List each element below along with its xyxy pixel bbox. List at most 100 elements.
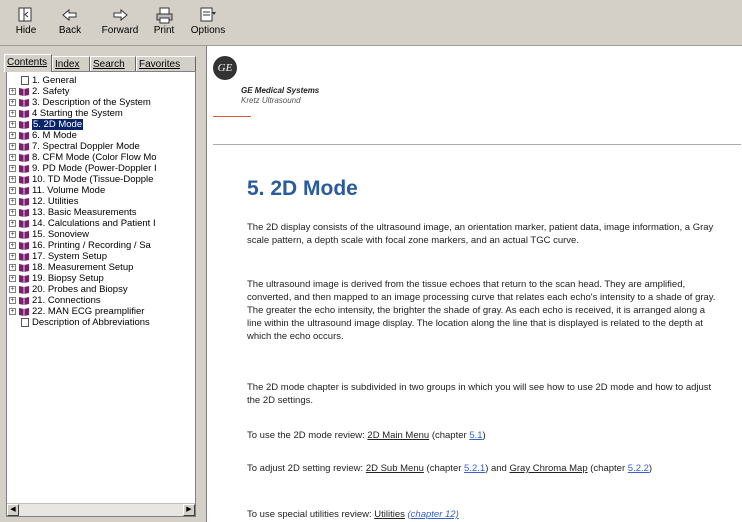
tree-item[interactable]: +15. Sonoview — [9, 229, 193, 240]
link-chapter-5-2-1[interactable]: 5.2.1 — [464, 463, 485, 474]
book-icon — [19, 242, 29, 250]
tree-item[interactable]: 1. General — [9, 75, 193, 86]
tab-search[interactable]: Search — [90, 56, 136, 71]
tab-index[interactable]: Index — [52, 56, 90, 71]
expand-icon[interactable]: + — [9, 165, 16, 172]
link-gray-chroma-map[interactable]: Gray Chroma Map — [509, 463, 587, 474]
p5-mid3: (chapter — [587, 463, 628, 474]
tree-item[interactable]: +6. M Mode — [9, 130, 193, 141]
toolbar: Hide Back Forward Print Options — [0, 0, 742, 46]
page-icon — [21, 76, 29, 85]
tree-item[interactable]: +3. Description of the System — [9, 97, 193, 108]
page-title: 5. 2D Mode — [247, 177, 358, 200]
tab-favorites[interactable]: Favorites — [136, 56, 196, 71]
expand-icon[interactable]: + — [9, 176, 16, 183]
book-icon — [19, 121, 29, 129]
link-utilities[interactable]: Utilities — [374, 509, 405, 520]
contents-tree[interactable]: 1. General +2. Safety +3. Description of t… — [6, 71, 196, 517]
link-chapter-5-1[interactable]: 5.1 — [469, 430, 482, 441]
scroll-right-button[interactable]: ▶ — [183, 504, 195, 516]
expand-icon[interactable]: + — [9, 132, 16, 139]
tree-item-label: Description of Abbreviations — [32, 317, 150, 328]
link-2d-main-menu[interactable]: 2D Main Menu — [367, 430, 429, 441]
tree-item[interactable]: +17. System Setup — [9, 251, 193, 262]
expand-icon[interactable]: + — [9, 275, 16, 282]
expand-icon[interactable]: + — [9, 88, 16, 95]
tree-item[interactable]: Description of Abbreviations — [9, 317, 193, 328]
horizontal-scrollbar[interactable]: ◀ ▶ — [7, 503, 195, 516]
company-name: GE Medical Systems — [241, 86, 320, 95]
tree-item-label: 13. Basic Measurements — [32, 207, 137, 218]
tab-contents[interactable]: Contents — [4, 54, 52, 72]
expand-icon[interactable]: + — [9, 264, 16, 271]
tree-item[interactable]: +13. Basic Measurements — [9, 207, 193, 218]
tree-item[interactable]: +7. Spectral Doppler Mode — [9, 141, 193, 152]
p4-mid: (chapter — [429, 430, 470, 441]
tree-item[interactable]: +12. Utilities — [9, 196, 193, 207]
tree-item[interactable]: +8. CFM Mode (Color Flow Mo — [9, 152, 193, 163]
tree-item-label: 10. TD Mode (Tissue-Dopple — [32, 174, 154, 185]
expand-icon[interactable]: + — [9, 220, 16, 227]
paragraph-1: The 2D display consists of the ultrasoun… — [247, 222, 714, 246]
tree-item[interactable]: +11. Volume Mode — [9, 185, 193, 196]
scroll-left-button[interactable]: ◀ — [7, 504, 19, 516]
tree-item-label: 1. General — [32, 75, 77, 86]
expand-icon[interactable]: + — [9, 198, 16, 205]
options-icon — [200, 7, 216, 22]
tree-item-label: 5. 2D Mode — [32, 119, 84, 130]
tree-item[interactable]: +21. Connections — [9, 295, 193, 306]
p6-text: To use special utilities review: — [247, 509, 375, 520]
expand-icon[interactable]: + — [9, 253, 16, 260]
expand-icon[interactable]: + — [9, 231, 16, 238]
expand-icon[interactable]: + — [9, 308, 16, 315]
book-icon — [19, 275, 29, 283]
link-chapter-12[interactable]: (chapter 12) — [408, 509, 459, 520]
link-chapter-5-2-2[interactable]: 5.2.2 — [628, 463, 649, 474]
back-label: Back — [58, 25, 82, 36]
tree-item[interactable]: +9. PD Mode (Power-Doppler I — [9, 163, 193, 174]
forward-button[interactable]: Forward — [98, 6, 142, 42]
tree-item-label: 11. Volume Mode — [32, 185, 106, 196]
book-icon — [19, 99, 29, 107]
tree-item[interactable]: +16. Printing / Recording / Sa — [9, 240, 193, 251]
book-icon — [19, 264, 29, 272]
page-icon — [21, 318, 29, 327]
accent-line — [213, 116, 251, 117]
tree-item[interactable]: +5. 2D Mode — [9, 119, 193, 130]
options-button[interactable]: Options — [186, 6, 230, 42]
back-button[interactable]: Back — [48, 6, 92, 42]
tree-item[interactable]: +14. Calculations and Patient I — [9, 218, 193, 229]
tree-item[interactable]: +10. TD Mode (Tissue-Dopple — [9, 174, 193, 185]
expand-icon[interactable]: + — [9, 297, 16, 304]
book-icon — [19, 297, 29, 305]
link-2d-sub-menu[interactable]: 2D Sub Menu — [366, 463, 424, 474]
navigation-pane: Contents Index Search Favorites 1. Gener… — [4, 52, 201, 520]
p5-post: ) — [648, 463, 653, 474]
tree-item-label: 20. Probes and Biopsy — [32, 284, 128, 295]
expand-icon[interactable]: + — [9, 286, 16, 293]
tree-item[interactable]: +18. Measurement Setup — [9, 262, 193, 273]
tree-item-label: 22. MAN ECG preamplifier — [32, 306, 145, 317]
tree-item[interactable]: +20. Probes and Biopsy — [9, 284, 193, 295]
expand-icon[interactable]: + — [9, 121, 16, 128]
tree-item[interactable]: +2. Safety — [9, 86, 193, 97]
hide-button[interactable]: Hide — [4, 6, 48, 42]
expand-icon[interactable]: + — [9, 242, 16, 249]
tree-item-label: 15. Sonoview — [32, 229, 90, 240]
tree-item-label: 7. Spectral Doppler Mode — [32, 141, 140, 152]
expand-icon[interactable]: + — [9, 143, 16, 150]
expand-icon[interactable]: + — [9, 110, 16, 117]
division-name: Kretz Ultrasound — [241, 96, 301, 105]
tree-item[interactable]: +4 Starting the System — [9, 108, 193, 119]
tree-item[interactable]: +22. MAN ECG preamplifier — [9, 306, 193, 317]
expand-icon[interactable]: + — [9, 154, 16, 161]
expand-icon[interactable]: + — [9, 187, 16, 194]
tree-item[interactable]: +19. Biopsy Setup — [9, 273, 193, 284]
tree-item-label: 3. Description of the System — [32, 97, 151, 108]
book-icon — [19, 132, 29, 140]
expand-icon[interactable]: + — [9, 99, 16, 106]
book-icon — [19, 253, 29, 261]
expand-icon[interactable]: + — [9, 209, 16, 216]
book-icon — [19, 110, 29, 118]
print-button[interactable]: Print — [142, 6, 186, 42]
